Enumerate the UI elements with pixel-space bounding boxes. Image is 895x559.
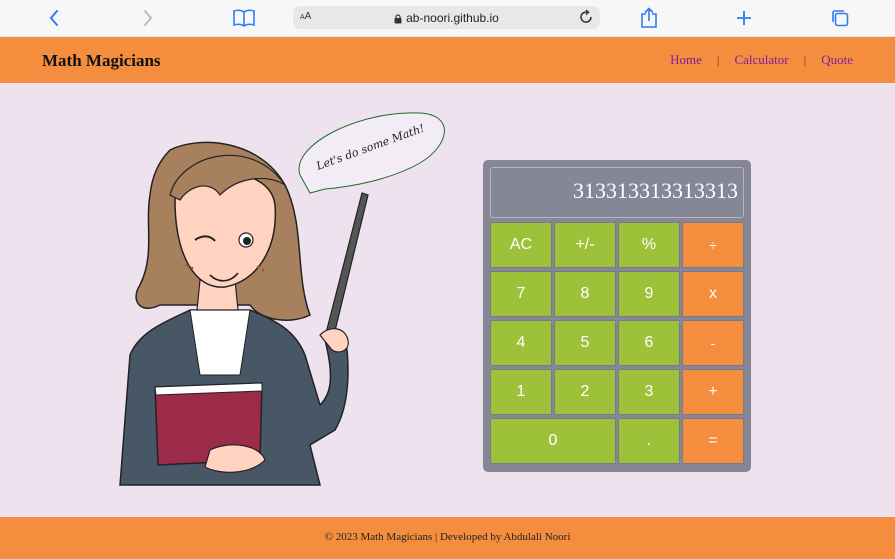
forward-button[interactable]: [136, 6, 160, 30]
book-icon: [233, 9, 255, 27]
key-6[interactable]: 6: [618, 320, 680, 366]
key-4[interactable]: 4: [490, 320, 552, 366]
key-2[interactable]: 2: [554, 369, 616, 415]
footer-text: © 2023 Math Magicians | Developed by Abd…: [324, 531, 571, 543]
key-equals[interactable]: =: [682, 418, 744, 464]
key-0[interactable]: 0: [490, 418, 616, 464]
key-8[interactable]: 8: [554, 271, 616, 317]
key-minus[interactable]: -: [682, 320, 744, 366]
key-plus-minus[interactable]: +/-: [554, 222, 616, 268]
main-nav: Home | Calculator | Quote: [670, 52, 853, 68]
key-7[interactable]: 7: [490, 271, 552, 317]
nav-separator: |: [803, 52, 807, 67]
back-button[interactable]: [42, 6, 66, 30]
nav-link-calculator[interactable]: Calculator: [734, 52, 788, 68]
tabs-button[interactable]: [828, 6, 852, 30]
reload-icon: [580, 9, 592, 23]
calculator-display: 313313313313313: [490, 167, 744, 218]
reload-button[interactable]: [578, 9, 594, 28]
key-multiply[interactable]: x: [682, 271, 744, 317]
calculator: 313313313313313 AC +/- % ÷ 7 8 9 x 4 5 6…: [483, 160, 751, 472]
chevron-right-icon: [144, 10, 153, 26]
lock-icon: [394, 14, 402, 24]
nav-separator: |: [716, 52, 720, 67]
nav-link-quote[interactable]: Quote: [821, 52, 853, 68]
key-percent[interactable]: %: [618, 222, 680, 268]
key-plus[interactable]: +: [682, 369, 744, 415]
plus-icon: [737, 11, 751, 25]
share-icon: [641, 7, 657, 28]
key-divide[interactable]: ÷: [682, 222, 744, 268]
key-9[interactable]: 9: [618, 271, 680, 317]
address-bar[interactable]: AA ab-noori.github.io: [293, 6, 600, 29]
bookmarks-button[interactable]: [232, 6, 256, 30]
browser-toolbar: AA ab-noori.github.io: [0, 0, 895, 37]
app-header: Math Magicians Home | Calculator | Quote: [0, 37, 895, 83]
nav-link-home[interactable]: Home: [670, 52, 702, 68]
brand-title: Math Magicians: [42, 51, 161, 70]
app-footer: © 2023 Math Magicians | Developed by Abd…: [0, 517, 895, 559]
share-button[interactable]: [637, 6, 661, 30]
key-5[interactable]: 5: [554, 320, 616, 366]
chevron-left-icon: [49, 10, 58, 26]
key-ac[interactable]: AC: [490, 222, 552, 268]
tabs-icon: [832, 10, 849, 27]
key-decimal[interactable]: .: [618, 418, 680, 464]
url-text: ab-noori.github.io: [406, 11, 499, 25]
key-1[interactable]: 1: [490, 369, 552, 415]
key-3[interactable]: 3: [618, 369, 680, 415]
speech-bubble: Let's do some Math!: [298, 112, 445, 194]
teacher-illustration: Let's do some Math!: [119, 112, 445, 486]
new-tab-button[interactable]: [732, 6, 756, 30]
